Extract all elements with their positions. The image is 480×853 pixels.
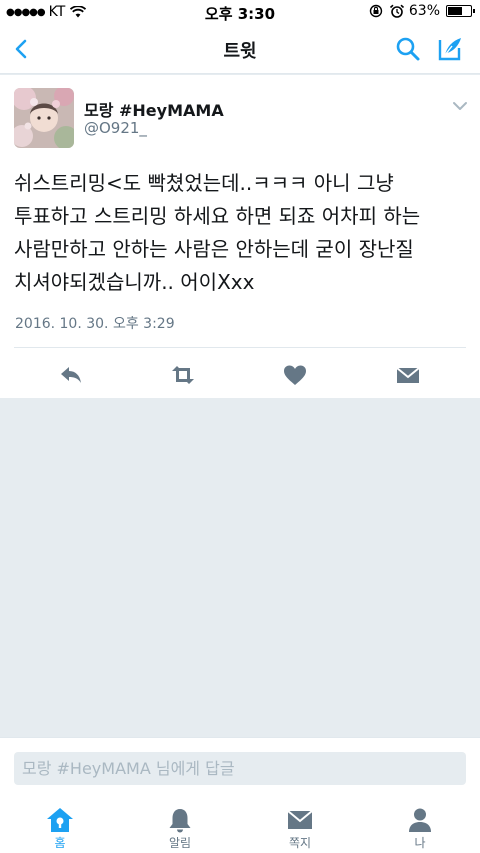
chevron-down-icon[interactable] — [450, 99, 470, 113]
direct-message-icon[interactable] — [393, 360, 423, 390]
divider — [14, 347, 466, 348]
status-bar: ●●●●● KT 오후 3:30 63% — [0, 0, 480, 24]
tweet-timestamp: 2016. 10. 30. 오후 3:29 — [15, 316, 175, 332]
orientation-lock-icon — [369, 4, 383, 18]
avatar-image — [14, 88, 74, 148]
battery-fill — [448, 7, 462, 15]
tweet-actions — [0, 360, 480, 390]
tab-messages[interactable]: 쪽지 — [240, 788, 360, 853]
user-handle[interactable]: @O921_ — [84, 119, 147, 137]
alarm-icon — [389, 4, 404, 18]
reply-input[interactable] — [14, 752, 466, 785]
tab-messages-label: 쪽지 — [288, 836, 312, 850]
avatar[interactable] — [14, 88, 74, 148]
status-right: 63% — [369, 3, 475, 19]
tab-notifications-label: 알림 — [168, 836, 192, 850]
display-name[interactable]: 모랑 #HeyMAMA — [84, 97, 224, 121]
reply-icon[interactable] — [56, 360, 86, 390]
home-icon — [47, 808, 73, 832]
tab-me[interactable]: 나 — [360, 788, 480, 853]
like-heart-icon[interactable] — [280, 360, 310, 390]
retweet-icon[interactable] — [168, 360, 198, 390]
tab-me-label: 나 — [414, 836, 426, 850]
search-icon[interactable] — [393, 34, 423, 64]
tab-notifications[interactable]: 알림 — [120, 788, 240, 853]
tab-home[interactable]: 홈 — [0, 788, 120, 853]
battery-percentage: 63% — [408, 3, 440, 19]
envelope-icon — [287, 810, 313, 829]
battery-icon — [446, 5, 475, 17]
person-icon — [409, 808, 431, 832]
bell-icon — [169, 809, 191, 833]
navigation-bar: 트윗 — [0, 24, 480, 74]
tab-bar: 홈 알림 쪽지 나 — [0, 788, 480, 853]
tweet-text: 쉬스트리밍<도 빡쳤었는데..ㅋㅋㅋ 아니 그냥 투표하고 스트리밍 하세요 하… — [14, 171, 421, 294]
tab-home-label: 홈 — [54, 836, 66, 850]
compose-tweet-icon[interactable] — [435, 34, 465, 64]
tweet-card: 모랑 #HeyMAMA @O921_ 쉬스트리밍<도 빡쳤었는데..ㅋㅋㅋ 아니… — [0, 75, 480, 398]
tweet-detail-screen: ●●●●● KT 오후 3:30 63% 트윗 모랑 #HeyMAMA @O92… — [0, 0, 480, 853]
reply-bar — [0, 737, 480, 788]
